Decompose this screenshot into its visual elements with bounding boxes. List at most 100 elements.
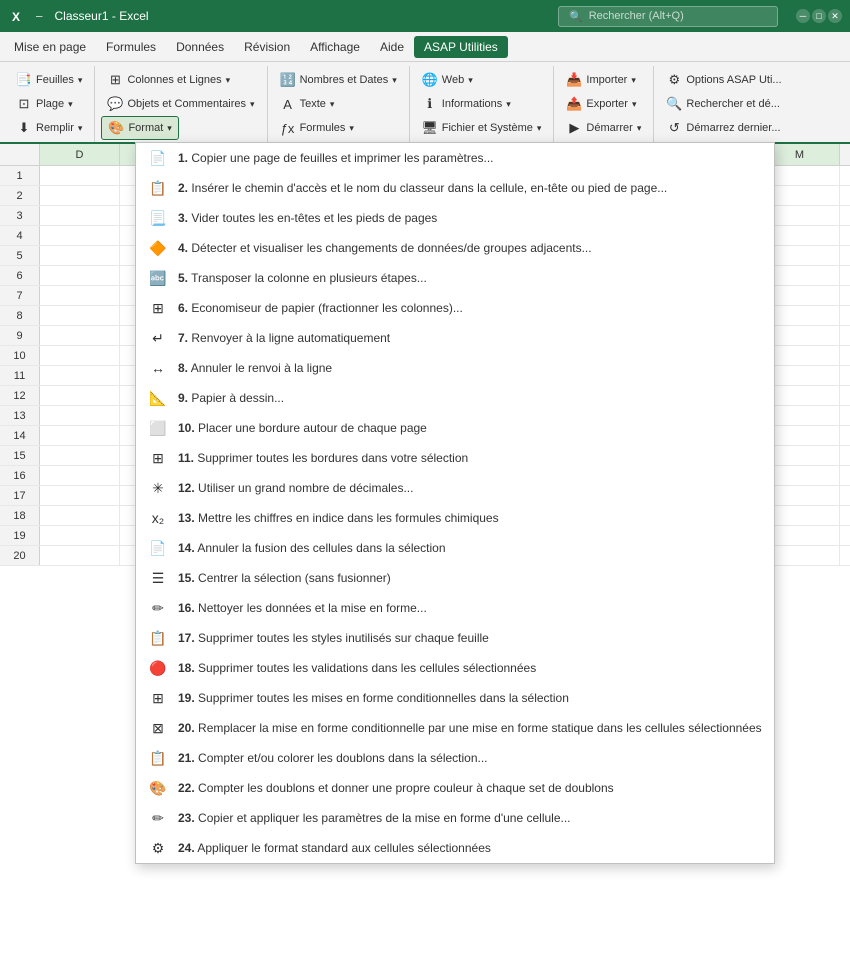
dropdown-item-2[interactable]: 📋2. Insérer le chemin d'accès et le nom … — [136, 173, 774, 203]
dropdown-item-5[interactable]: 🔤5. Transposer la colonne en plusieurs é… — [136, 263, 774, 293]
menu-item-affichage[interactable]: Affichage — [300, 36, 370, 58]
cell[interactable] — [40, 546, 120, 565]
cell[interactable] — [40, 346, 120, 365]
ribbon-btn-exporter[interactable]: 📤 Exporter — [560, 92, 642, 116]
dropdown-item-13[interactable]: x₂13. Mettre les chiffres en indice dans… — [136, 503, 774, 533]
ribbon-btn-formules[interactable]: ƒx Formules — [274, 116, 360, 140]
cell[interactable] — [40, 506, 120, 525]
dropdown-item-text-22: 22. Compter les doublons et donner une p… — [178, 781, 614, 795]
dropdown-item-20[interactable]: ⊠20. Remplacer la mise en forme conditio… — [136, 713, 774, 743]
dropdown-item-icon-4: 🔶 — [148, 238, 168, 258]
dropdown-item-19[interactable]: ⊞19. Supprimer toutes les mises en forme… — [136, 683, 774, 713]
ribbon-btn-demarrer[interactable]: ▶ Démarrer — [560, 116, 647, 140]
dropdown-item-9[interactable]: 📐9. Papier à dessin... — [136, 383, 774, 413]
dropdown-item-icon-20: ⊠ — [148, 718, 168, 738]
dropdown-item-1[interactable]: 📄1. Copier une page de feuilles et impri… — [136, 143, 774, 173]
menu-bar: Mise en page Formules Données Révision A… — [0, 32, 850, 62]
cell[interactable] — [40, 406, 120, 425]
dropdown-item-11[interactable]: ⊞11. Supprimer toutes les bordures dans … — [136, 443, 774, 473]
svg-text:X: X — [12, 10, 20, 24]
cell[interactable] — [40, 426, 120, 445]
row-number: 1 — [0, 166, 40, 185]
ribbon-btn-colonnes[interactable]: ⊞ Colonnes et Lignes — [101, 68, 236, 92]
ribbon-btn-informations[interactable]: ℹ Informations — [416, 92, 517, 116]
cell[interactable] — [40, 186, 120, 205]
ribbon-btn-options-asap[interactable]: ⚙ Options ASAP Uti... — [660, 68, 787, 92]
dropdown-item-text-13: 13. Mettre les chiffres en indice dans l… — [178, 511, 499, 525]
cell[interactable] — [40, 446, 120, 465]
menu-item-asap[interactable]: ASAP Utilities — [414, 36, 508, 58]
dropdown-item-16[interactable]: ✏16. Nettoyer les données et la mise en … — [136, 593, 774, 623]
row-num-header — [0, 144, 40, 165]
dropdown-item-icon-7: ↵ — [148, 328, 168, 348]
ribbon-btn-remplir[interactable]: ⬇ Remplir — [10, 116, 88, 140]
ribbon-group-colonnes: ⊞ Colonnes et Lignes 💬 Objets et Comment… — [95, 66, 267, 142]
menu-item-donnees[interactable]: Données — [166, 36, 234, 58]
cell[interactable] — [40, 366, 120, 385]
dropdown-item-3[interactable]: 📃3. Vider toutes les en-têtes et les pie… — [136, 203, 774, 233]
cell[interactable] — [40, 526, 120, 545]
dropdown-item-23[interactable]: ✏23. Copier et appliquer les paramètres … — [136, 803, 774, 833]
dropdown-item-24[interactable]: ⚙24. Appliquer le format standard aux ce… — [136, 833, 774, 863]
dropdown-item-18[interactable]: 🔴18. Supprimer toutes les validations da… — [136, 653, 774, 683]
row-number: 16 — [0, 466, 40, 485]
ribbon-btn-format[interactable]: 🎨 Format — [101, 116, 178, 140]
ribbon-btn-web[interactable]: 🌐 Web — [416, 68, 479, 92]
dropdown-item-4[interactable]: 🔶4. Détecter et visualiser les changemen… — [136, 233, 774, 263]
format-dropdown-menu: 📄1. Copier une page de feuilles et impri… — [135, 142, 775, 864]
dropdown-item-8[interactable]: ↔8. Annuler le renvoi à la ligne — [136, 353, 774, 383]
ribbon-btn-importer[interactable]: 📥 Importer — [560, 68, 642, 92]
cell[interactable] — [40, 326, 120, 345]
ribbon-btn-plage[interactable]: ⊡ Plage — [10, 92, 79, 116]
cell[interactable] — [40, 166, 120, 185]
dropdown-item-22[interactable]: 🎨22. Compter les doublons et donner une … — [136, 773, 774, 803]
importer-icon: 📥 — [566, 72, 582, 88]
dropdown-item-icon-12: ✳ — [148, 478, 168, 498]
ribbon-btn-feuilles[interactable]: 📑 Feuilles — [10, 68, 88, 92]
dropdown-item-icon-15: ☰ — [148, 568, 168, 588]
menu-item-aide[interactable]: Aide — [370, 36, 414, 58]
dropdown-item-10[interactable]: ⬜10. Placer une bordure autour de chaque… — [136, 413, 774, 443]
menu-item-mise-en-page[interactable]: Mise en page — [4, 36, 96, 58]
row-number: 4 — [0, 226, 40, 245]
dropdown-item-text-2: 2. Insérer le chemin d'accès et le nom d… — [178, 181, 667, 195]
dropdown-item-icon-11: ⊞ — [148, 448, 168, 468]
search-box[interactable]: 🔍 Rechercher (Alt+Q) — [558, 6, 778, 27]
menu-item-formules[interactable]: Formules — [96, 36, 166, 58]
cell[interactable] — [40, 286, 120, 305]
ribbon-btn-texte[interactable]: A Texte — [274, 92, 341, 116]
dropdown-item-21[interactable]: 📋21. Compter et/ou colorer les doublons … — [136, 743, 774, 773]
row-number: 18 — [0, 506, 40, 525]
cell[interactable] — [40, 486, 120, 505]
exporter-icon: 📤 — [566, 96, 582, 112]
ribbon-btn-objets[interactable]: 💬 Objets et Commentaires — [101, 92, 260, 116]
cell[interactable] — [40, 246, 120, 265]
dropdown-item-14[interactable]: 📄14. Annuler la fusion des cellules dans… — [136, 533, 774, 563]
ribbon-btn-demarrez-dernier[interactable]: ↺ Démarrez dernier... — [660, 116, 786, 140]
ribbon-btn-fichier[interactable]: 🖥 Fichier et Système — [416, 116, 548, 140]
cell[interactable] — [40, 466, 120, 485]
cell[interactable] — [40, 386, 120, 405]
dropdown-item-17[interactable]: 📋17. Supprimer toutes les styles inutili… — [136, 623, 774, 653]
dropdown-item-text-16: 16. Nettoyer les données et la mise en f… — [178, 601, 427, 615]
minimize-button[interactable]: ─ — [796, 9, 810, 23]
rechercher-icon: 🔍 — [666, 96, 682, 112]
dropdown-item-7[interactable]: ↵7. Renvoyer à la ligne automatiquement — [136, 323, 774, 353]
dropdown-item-icon-19: ⊞ — [148, 688, 168, 708]
close-button[interactable]: ✕ — [828, 9, 842, 23]
cell[interactable] — [40, 306, 120, 325]
ribbon-btn-nombres[interactable]: 🔢 Nombres et Dates — [274, 68, 403, 92]
cell[interactable] — [40, 206, 120, 225]
ribbon-btn-rechercher[interactable]: 🔍 Rechercher et dé... — [660, 92, 786, 116]
dropdown-item-icon-6: ⊞ — [148, 298, 168, 318]
objets-icon: 💬 — [107, 96, 123, 112]
dropdown-item-12[interactable]: ✳12. Utiliser un grand nombre de décimal… — [136, 473, 774, 503]
dropdown-item-15[interactable]: ☰15. Centrer la sélection (sans fusionne… — [136, 563, 774, 593]
dropdown-item-6[interactable]: ⊞6. Economiseur de papier (fractionner l… — [136, 293, 774, 323]
maximize-button[interactable]: □ — [812, 9, 826, 23]
menu-item-revision[interactable]: Révision — [234, 36, 300, 58]
cell[interactable] — [40, 226, 120, 245]
title-bar-title: Classeur1 - Excel — [51, 9, 551, 23]
cell[interactable] — [40, 266, 120, 285]
options-icon: ⚙ — [666, 72, 682, 88]
